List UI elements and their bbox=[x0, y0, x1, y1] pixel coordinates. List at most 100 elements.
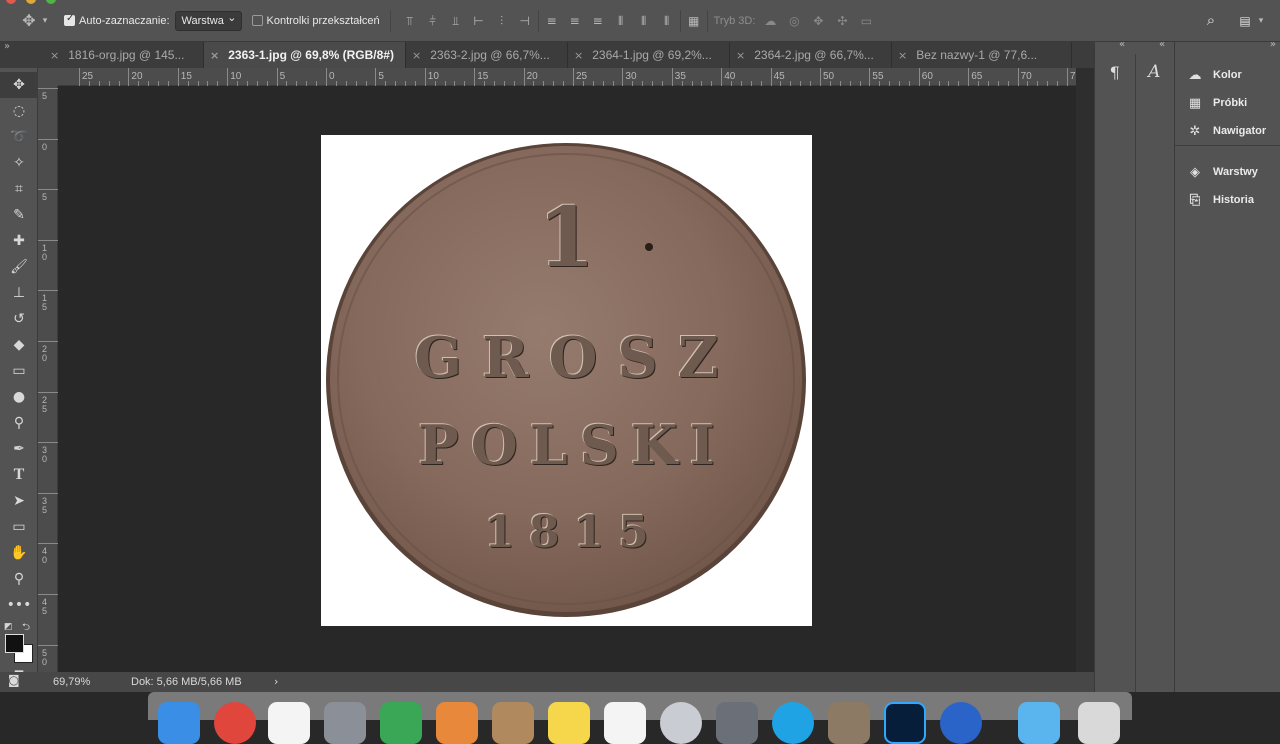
align-vertical-center-icon[interactable]: ⫩ bbox=[426, 14, 440, 28]
marquee-tool-icon[interactable]: ◌ bbox=[0, 98, 38, 124]
clone-stamp-tool-icon[interactable]: ⊥ bbox=[0, 280, 38, 306]
collapse-toolbar-icon[interactable]: » bbox=[0, 42, 44, 68]
panel-swatches[interactable]: ▦ Próbki bbox=[1175, 89, 1280, 117]
tab-document-1[interactable]: × 1816-org.jpg @ 145... bbox=[44, 42, 204, 68]
close-icon[interactable]: × bbox=[736, 49, 745, 62]
workspace-icon[interactable]: ▤ bbox=[1238, 14, 1252, 28]
zoom-tool-icon[interactable]: ⚲ bbox=[0, 566, 38, 592]
collapse-panels-icon[interactable]: » bbox=[1270, 39, 1276, 50]
more-tools-icon[interactable]: ••• bbox=[0, 592, 38, 618]
expand-panels-icon[interactable]: « bbox=[1159, 39, 1165, 50]
trash-icon[interactable] bbox=[1078, 702, 1120, 744]
auto-align-layers-icon[interactable]: ▦ bbox=[687, 14, 701, 28]
move-tool-icon[interactable]: ✥ bbox=[0, 72, 38, 98]
character-panel-icon[interactable]: A bbox=[1135, 62, 1175, 82]
auto-select-target-dropdown[interactable]: Warstwa bbox=[174, 9, 242, 31]
status-menu-chevron-icon[interactable]: › bbox=[274, 675, 278, 688]
close-icon[interactable]: × bbox=[412, 49, 421, 62]
tab-document-6[interactable]: × Bez nazwy-1 @ 77,6... bbox=[892, 42, 1072, 68]
tool-preset-picker[interactable]: ✥ ▾ bbox=[20, 12, 52, 28]
distribute-top-icon[interactable]: ≡ bbox=[545, 14, 559, 28]
panel-history[interactable]: ⎘ Historia bbox=[1175, 186, 1280, 214]
hand-tool-icon[interactable]: ✋ bbox=[0, 540, 38, 566]
ruler-origin[interactable] bbox=[38, 68, 58, 86]
horizontal-ruler[interactable]: 252015105051015202530354045505560657075 bbox=[58, 68, 1108, 86]
maximize-window-icon[interactable] bbox=[46, 0, 56, 4]
vertical-ruler[interactable]: 5 0 5 1 0 1 5 2 0 2 5 3 0 3 5 4 0 4 5 5 0 bbox=[38, 86, 58, 672]
close-window-icon[interactable] bbox=[6, 0, 16, 4]
roll-3d-icon[interactable]: ◎ bbox=[787, 14, 801, 28]
distribute-right-icon[interactable]: ⫴ bbox=[660, 14, 674, 28]
align-bottom-icon[interactable]: ⫫ bbox=[449, 14, 463, 28]
close-icon[interactable]: × bbox=[210, 49, 219, 62]
align-top-icon[interactable]: ⫪ bbox=[403, 14, 417, 28]
finder-icon[interactable] bbox=[158, 702, 200, 744]
foreground-color-swatch[interactable] bbox=[5, 634, 24, 653]
calculator-icon[interactable] bbox=[324, 702, 366, 744]
search-icon[interactable]: ⌕ bbox=[1204, 13, 1218, 28]
magic-wand-tool-icon[interactable]: ✧ bbox=[0, 150, 38, 176]
distribute-vcenter-icon[interactable]: ≡ bbox=[568, 14, 582, 28]
screen-mode-icon[interactable]: ◙ bbox=[8, 673, 20, 687]
blur-tool-icon[interactable]: ● bbox=[0, 384, 38, 410]
crop-tool-icon[interactable]: ⌗ bbox=[0, 176, 38, 202]
distribute-left-icon[interactable]: ⫴ bbox=[614, 14, 628, 28]
auto-select-check[interactable] bbox=[64, 13, 75, 26]
pages-icon[interactable] bbox=[436, 702, 478, 744]
align-right-icon[interactable]: ⊣ bbox=[518, 14, 532, 28]
vertical-scrollbar[interactable] bbox=[1076, 68, 1094, 672]
eraser-tool-icon[interactable]: ◆ bbox=[0, 332, 38, 358]
numbers-icon[interactable] bbox=[380, 702, 422, 744]
brush-tool-icon[interactable]: 🖌 bbox=[0, 254, 38, 280]
contacts-icon[interactable] bbox=[492, 702, 534, 744]
type-tool-icon[interactable]: T bbox=[0, 462, 38, 488]
pen-tool-icon[interactable]: ✒ bbox=[0, 436, 38, 462]
align-left-icon[interactable]: ⊢ bbox=[472, 14, 486, 28]
transform-controls-checkbox[interactable]: Kontrolki przekształceń bbox=[251, 15, 380, 27]
eyedropper-tool-icon[interactable]: ✎ bbox=[0, 202, 38, 228]
minimize-window-icon[interactable] bbox=[26, 0, 36, 4]
tab-document-4[interactable]: × 2364-1.jpg @ 69,2%... bbox=[568, 42, 730, 68]
chrome-icon[interactable] bbox=[214, 702, 256, 744]
panel-color[interactable]: ☁ Kolor bbox=[1175, 61, 1280, 89]
browser-icon[interactable] bbox=[940, 702, 982, 744]
zoom-level[interactable]: 69,79% bbox=[53, 676, 90, 688]
transform-controls-check[interactable] bbox=[251, 15, 263, 26]
slide-3d-icon[interactable]: ✣ bbox=[835, 14, 849, 28]
folder-icon[interactable] bbox=[1018, 702, 1060, 744]
default-colors-icon[interactable]: ◩ bbox=[4, 622, 13, 632]
camera-3d-icon[interactable]: ▭ bbox=[859, 14, 873, 28]
gradient-tool-icon[interactable]: ▭ bbox=[0, 358, 38, 384]
reminders-icon[interactable] bbox=[604, 702, 646, 744]
notes-icon[interactable] bbox=[548, 702, 590, 744]
history-brush-tool-icon[interactable]: ↺ bbox=[0, 306, 38, 332]
close-icon[interactable]: × bbox=[898, 49, 907, 62]
path-selection-tool-icon[interactable]: ➤ bbox=[0, 488, 38, 514]
paragraph-panel-icon[interactable]: ¶ bbox=[1095, 63, 1135, 82]
close-icon[interactable]: × bbox=[50, 49, 59, 62]
auto-select-checkbox[interactable]: Auto-zaznaczanie: bbox=[64, 13, 170, 27]
healing-brush-tool-icon[interactable]: ✚ bbox=[0, 228, 38, 254]
document-image[interactable]: 1 GROSZ POLSKI 1815 bbox=[321, 135, 812, 626]
distribute-hcenter-icon[interactable]: ⫴ bbox=[637, 14, 651, 28]
distribute-bottom-icon[interactable]: ≡ bbox=[591, 14, 605, 28]
align-horizontal-center-icon[interactable]: ⫶ bbox=[495, 14, 509, 28]
orbit-3d-icon[interactable]: ☁ bbox=[763, 14, 777, 28]
photoshop-icon[interactable] bbox=[884, 702, 926, 744]
pan-3d-icon[interactable]: ✥ bbox=[811, 14, 825, 28]
tab-document-5[interactable]: × 2364-2.jpg @ 66,7%... bbox=[730, 42, 892, 68]
tab-document-2[interactable]: × 2363-1.jpg @ 69,8% (RGB/8#) bbox=[204, 42, 406, 68]
lasso-tool-icon[interactable]: ➰ bbox=[0, 124, 38, 150]
preview-icon[interactable] bbox=[828, 702, 870, 744]
close-icon[interactable]: × bbox=[574, 49, 583, 62]
launchpad-icon[interactable] bbox=[660, 702, 702, 744]
system-preferences-icon[interactable] bbox=[716, 702, 758, 744]
rectangle-tool-icon[interactable]: ▭ bbox=[0, 514, 38, 540]
chevron-down-icon[interactable]: ▾ bbox=[1254, 14, 1268, 28]
expand-panels-icon[interactable]: « bbox=[1119, 39, 1125, 50]
panel-navigator[interactable]: ✲ Nawigator bbox=[1175, 117, 1280, 145]
dodge-tool-icon[interactable]: ⚲ bbox=[0, 410, 38, 436]
skype-icon[interactable] bbox=[772, 702, 814, 744]
tab-document-3[interactable]: × 2363-2.jpg @ 66,7%... bbox=[406, 42, 568, 68]
panel-layers[interactable]: ◈ Warstwy bbox=[1175, 158, 1280, 186]
